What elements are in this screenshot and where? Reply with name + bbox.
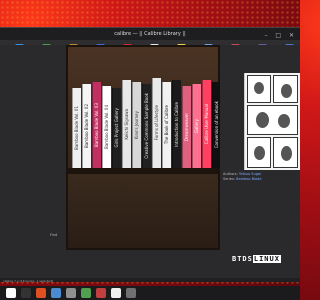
book-spine[interactable]: Introduction to Calibre [172, 80, 181, 168]
book-spine[interactable]: The Book of Calibre [162, 82, 171, 168]
book-spine[interactable]: Forms of Lifestyle [152, 78, 161, 168]
manga-panel [247, 75, 271, 103]
editor-icon[interactable] [51, 288, 61, 298]
book-spine-title: Dreamweaver [184, 112, 189, 142]
tag-browser: Find [0, 45, 66, 239]
book-spine[interactable]: Bamboo Blade Vol. 03 [92, 82, 101, 168]
book-spine[interactable]: Bamboo Blade Vol. 01 [72, 88, 81, 168]
series-value[interactable]: Bamboo Blade [236, 177, 261, 181]
authors-label: Authors [223, 172, 237, 176]
window-titlebar: calibre — || Calibre Library || – □ ✕ [0, 28, 300, 40]
files-icon[interactable] [6, 288, 16, 298]
settings-icon[interactable] [66, 288, 76, 298]
window-controls[interactable]: – □ ✕ [264, 30, 297, 42]
book-spine-title: Bamboo Blade Vol. 04 [104, 105, 109, 149]
book-spine-title: Calibre User Manual [204, 103, 209, 145]
book-spine-title: Creative Commons Sample Book [144, 93, 149, 159]
book-spines: Bamboo Blade Vol. 01 Bamboo Blade Vol. 02… [72, 78, 231, 168]
book-spine[interactable]: Calibre User Manual [202, 80, 211, 168]
book-spine-title: Gallery [194, 118, 199, 134]
manga-panel [273, 137, 298, 168]
browser-icon[interactable] [36, 288, 46, 298]
book-spine[interactable]: Dreamweaver [182, 86, 191, 168]
series-label: Series [223, 177, 234, 181]
book-spine[interactable]: Creative Commons Sample Book [142, 84, 151, 168]
branding-watermark: BTDSLINUX [232, 255, 281, 263]
manga-panel [273, 75, 298, 103]
book-cover-image[interactable] [244, 73, 300, 170]
book-spine[interactable]: Kino's Journey [132, 82, 141, 168]
store-icon[interactable] [81, 288, 91, 298]
trash-icon[interactable] [126, 288, 136, 298]
book-spine[interactable]: Bamboo Blade Vol. 04 [102, 86, 111, 168]
documents-icon[interactable] [111, 288, 121, 298]
branding-part2: LINUX [252, 255, 281, 263]
book-spine-title: Bamboo Blade Vol. 01 [74, 106, 79, 150]
authors-value[interactable]: Tetsuo Sugai [239, 172, 261, 176]
book-spine-title: Conversion of an ebook [214, 101, 219, 149]
book-spine[interactable]: Gallery [192, 84, 201, 168]
book-spine-title: Bamboo Blade Vol. 02 [84, 104, 89, 148]
book-metadata: Authors: Tetsuo Sugai Series: Bamboo Bla… [223, 172, 262, 181]
shelf-bottom [68, 174, 218, 248]
manga-panel [247, 137, 271, 168]
window-title: calibre — || Calibre Library || [114, 31, 186, 37]
taskbar-dock [0, 286, 300, 300]
book-spine-title: Keiichi Sigsawa [124, 108, 129, 140]
book-spine-title: The Book of Calibre [164, 105, 169, 145]
book-spine[interactable]: Keiichi Sigsawa [122, 80, 131, 168]
book-spine[interactable]: Girls Project Gallery [112, 88, 121, 168]
book-spine-title: Bamboo Blade Vol. 03 [94, 103, 99, 147]
status-text: calibre 7.x [16 books, 1 selected] [3, 279, 54, 283]
bookshelf-view: Bamboo Blade Vol. 01 Bamboo Blade Vol. 02… [66, 45, 231, 250]
book-spine-title: Introduction to Calibre [174, 101, 179, 147]
terminal-icon[interactable] [21, 288, 31, 298]
manga-panel [247, 105, 298, 135]
book-spine-title: Forms of Lifestyle [154, 105, 159, 141]
book-spine-title: Girls Project Gallery [114, 108, 119, 148]
find-button[interactable]: Find [50, 233, 57, 237]
book-spine[interactable]: Bamboo Blade Vol. 02 [82, 84, 91, 168]
branding-part1: BTDS [232, 255, 253, 263]
calibre-icon[interactable] [96, 288, 106, 298]
book-spine-title: Kino's Journey [134, 110, 139, 140]
